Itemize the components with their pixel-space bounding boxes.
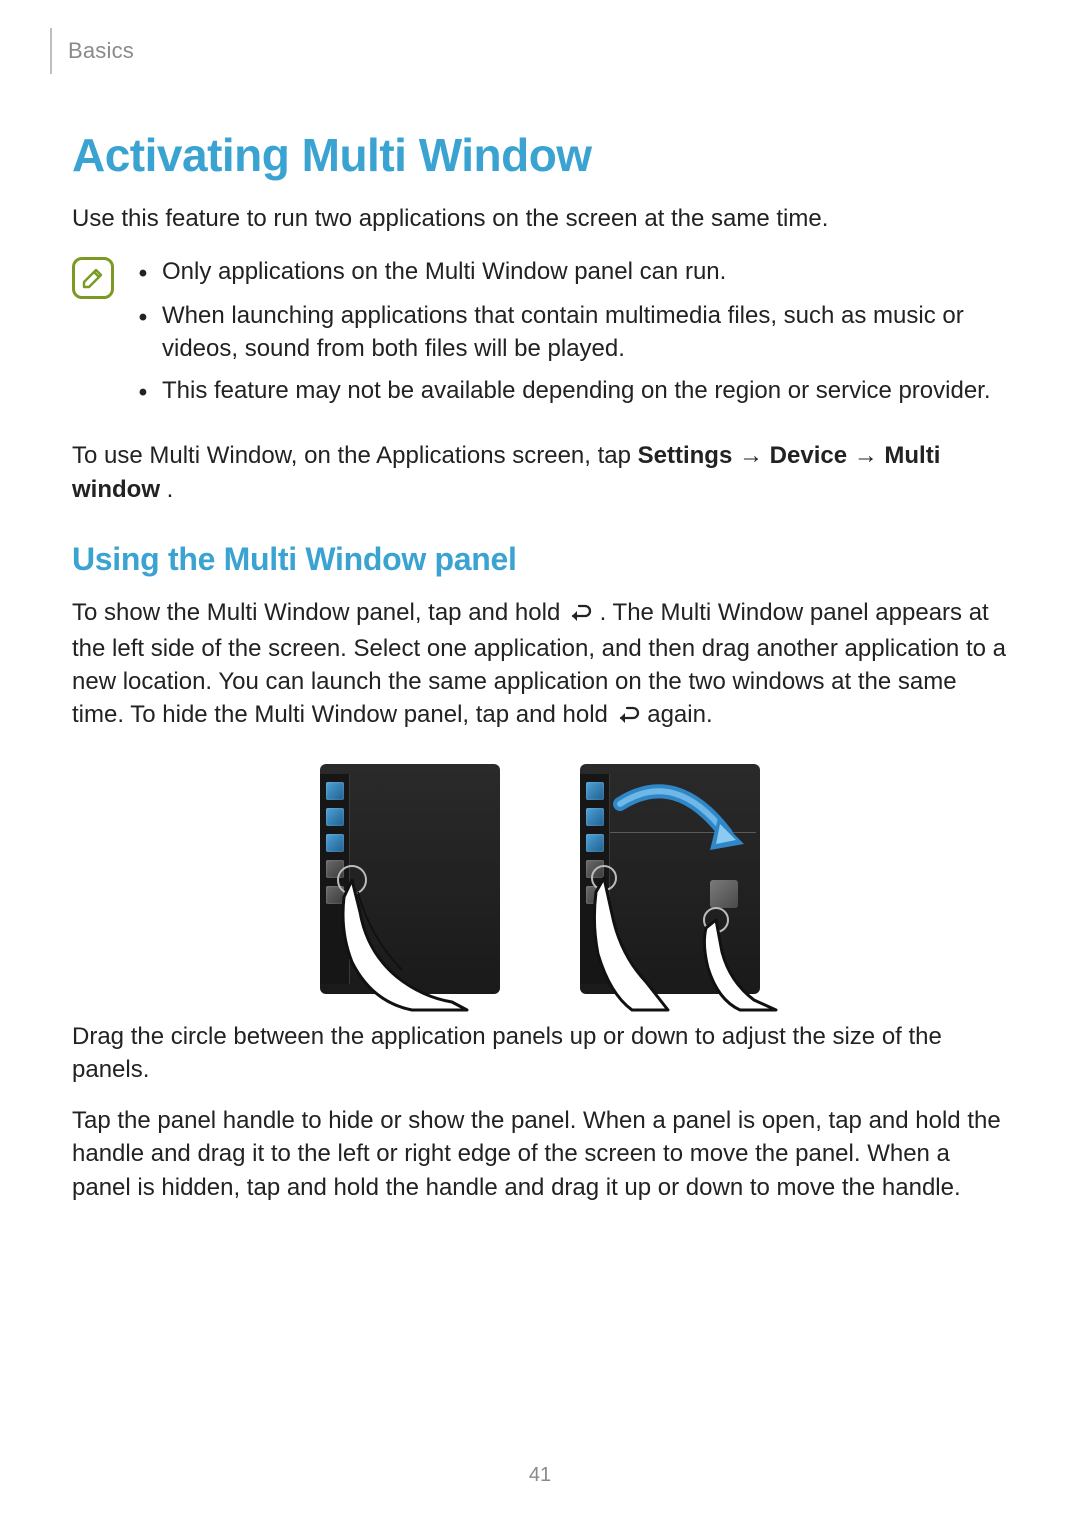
panel-app-icon [326,782,344,800]
intro-text: Use this feature to run two applications… [72,202,1008,235]
document-page: Basics Activating Multi Window Use this … [0,0,1080,1527]
split-divider [610,832,756,833]
pencil-icon [80,265,106,291]
back-return-icon [615,701,641,734]
instruction-text: To use Multi Window, on the Applications… [72,439,1008,506]
post-figure-p1: Drag the circle between the application … [72,1020,1008,1086]
instruction-lead: To use Multi Window, on the Applications… [72,442,638,469]
page-title: Activating Multi Window [72,128,1008,182]
panel-app-icon [326,886,344,904]
note-item: • This feature may not be available depe… [134,374,1008,410]
panel-app-icon [586,808,604,826]
bullet-icon: • [134,376,152,410]
page-header: Basics [72,28,1008,74]
note-item: • Only applications on the Multi Window … [134,255,1008,291]
drag-arrow-icon [606,774,766,914]
instruction-device: Device [770,442,847,469]
panel-app-icon [586,886,604,904]
arrow-icon: → [854,442,885,469]
dragged-app-icon [710,880,738,908]
post-figure-p2: Tap the panel handle to hide or show the… [72,1104,1008,1203]
panel-text-c: again. [647,701,712,728]
header-divider [50,28,52,74]
panel-app-icon [586,860,604,878]
panel-app-icon [326,860,344,878]
panel-app-icon [326,834,344,852]
instruction-settings: Settings [638,442,733,469]
panel-text-a: To show the Multi Window panel, tap and … [72,599,567,626]
panel-app-icon [586,782,604,800]
bullet-icon: • [134,301,152,335]
note-item-text: This feature may not be available depend… [162,374,991,408]
note-item-text: When launching applications that contain… [162,299,1008,366]
note-block: • Only applications on the Multi Window … [72,255,1008,417]
multiwindow-side-panel [580,774,610,984]
panel-paragraph: To show the Multi Window panel, tap and … [72,596,1008,734]
instruction-tail: . [167,476,174,503]
page-number: 41 [0,1464,1080,1487]
bullet-icon: • [134,257,152,291]
multiwindow-side-panel [320,774,350,984]
section-subtitle: Using the Multi Window panel [72,541,1008,578]
arrow-icon: → [739,442,770,469]
note-pencil-icon [72,257,114,299]
note-list: • Only applications on the Multi Window … [134,255,1008,417]
figure-drag-app [580,764,760,994]
hand-drag-icon [668,842,788,1012]
section-name: Basics [68,38,134,64]
back-return-icon [567,599,593,632]
panel-app-icon [586,834,604,852]
note-item: • When launching applications that conta… [134,299,1008,366]
figure-row [72,764,1008,994]
figure-tap-panel [320,764,500,994]
note-item-text: Only applications on the Multi Window pa… [162,255,726,289]
panel-app-icon [326,808,344,826]
